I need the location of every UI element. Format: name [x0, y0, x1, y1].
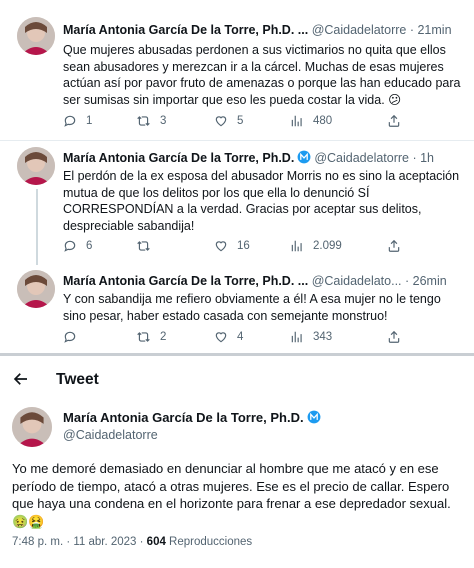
share-button[interactable] — [387, 330, 401, 347]
main-avatar[interactable] — [12, 407, 52, 447]
views-button[interactable]: 480 — [290, 114, 332, 128]
share-button[interactable] — [387, 114, 401, 131]
tweet-time[interactable]: 21min — [417, 23, 451, 37]
reply-button[interactable]: 6 — [63, 239, 92, 253]
verified-icon — [297, 150, 311, 164]
avatar[interactable] — [17, 270, 55, 308]
tweet-time[interactable]: 1h — [420, 151, 434, 165]
retweet-button[interactable]: 2 — [136, 330, 166, 344]
views-label: Reproducciones — [165, 536, 253, 548]
author-name[interactable]: María Antonia García De la Torre, Ph.D. … — [63, 23, 308, 37]
avatar[interactable] — [17, 147, 55, 185]
time-separator: · — [406, 23, 418, 37]
heart-icon — [215, 332, 227, 343]
share-icon — [388, 114, 400, 127]
tweet-header: María Antonia García De la Torre, Ph.D. … — [63, 22, 452, 38]
views-count: 604 — [146, 536, 166, 548]
retweet-icon — [137, 332, 150, 342]
views-chart-icon — [291, 240, 302, 252]
reply-icon — [64, 331, 76, 343]
avatar[interactable] — [17, 17, 55, 55]
views-count: 2.099 — [313, 240, 342, 252]
tweet-text: Y con sabandija me refiero obviamente a … — [63, 292, 441, 323]
reply-button[interactable] — [63, 330, 86, 344]
back-button[interactable] — [12, 370, 30, 393]
author-handle[interactable]: @Caidadelatorre — [314, 151, 409, 165]
views-count: 343 — [313, 331, 333, 343]
time-separator: · — [409, 151, 421, 165]
like-button[interactable]: 5 — [214, 114, 243, 128]
views-chart-icon — [291, 331, 302, 343]
views-button[interactable]: 2.099 — [290, 239, 342, 253]
main-author-name[interactable]: María Antonia García De la Torre, Ph.D. — [63, 410, 324, 425]
like-count: 16 — [237, 240, 250, 252]
main-author-handle[interactable]: @Caidadelatorre — [63, 428, 158, 442]
reply-button[interactable]: 1 — [63, 114, 92, 128]
views-count: 480 — [313, 115, 333, 127]
reply-icon — [64, 240, 76, 252]
arrow-left-icon — [13, 373, 27, 385]
time-separator: · — [401, 274, 413, 288]
retweet-icon — [137, 116, 150, 126]
tweet-header: María Antonia García De la Torre, Ph.D. @… — [63, 150, 434, 166]
heart-icon — [215, 116, 227, 127]
tweet-time[interactable]: 26min — [413, 274, 447, 288]
views-chart-icon — [291, 115, 302, 127]
tweet-timestamp[interactable]: 7:48 p. m. · 11 abr. 2023 · — [12, 536, 147, 548]
tweet-header: María Antonia García De la Torre, Ph.D. … — [63, 273, 447, 289]
reply-count: 6 — [86, 240, 93, 252]
reply-icon — [64, 115, 76, 127]
thread-tweet-3[interactable]: María Antonia García De la Torre, Ph.D. … — [0, 264, 474, 350]
like-count: 4 — [237, 331, 244, 343]
heart-icon — [215, 241, 227, 252]
share-icon — [388, 239, 400, 252]
verified-icon — [307, 410, 320, 424]
retweet-count: 3 — [160, 115, 167, 127]
tweet-meta: 7:48 p. m. · 11 abr. 2023 · 604 Reproduc… — [12, 536, 252, 548]
thread-connector — [36, 189, 38, 265]
author-handle[interactable]: @Caidadelato... — [312, 274, 402, 288]
author-name[interactable]: María Antonia García De la Torre, Ph.D. — [63, 410, 304, 425]
views-button[interactable]: 343 — [290, 330, 332, 344]
retweet-count: 2 — [160, 331, 167, 343]
thread-tweet-1[interactable]: María Antonia García De la Torre, Ph.D. … — [0, 0, 474, 140]
like-button[interactable]: 4 — [214, 330, 243, 344]
retweet-button[interactable]: 3 — [136, 114, 166, 128]
page-title: Tweet — [56, 371, 99, 388]
author-name[interactable]: María Antonia García De la Torre, Ph.D. … — [63, 274, 308, 288]
main-tweet-text: Yo me demoré demasiado en denunciar al h… — [12, 461, 451, 529]
share-button[interactable] — [387, 239, 401, 256]
tweet-detail-header: Tweet — [0, 360, 474, 400]
retweet-icon — [137, 241, 150, 251]
like-button[interactable]: 16 — [214, 239, 250, 253]
retweet-button[interactable] — [136, 239, 160, 253]
like-count: 5 — [237, 115, 244, 127]
tweet-text: El perdón de la ex esposa del abusador M… — [63, 169, 460, 233]
section-divider — [0, 353, 474, 356]
thread-tweet-2[interactable]: María Antonia García De la Torre, Ph.D. @… — [0, 141, 474, 265]
author-name[interactable]: María Antonia García De la Torre, Ph.D. — [63, 151, 294, 165]
tweet-text: Que mujeres abusadas perdonen a sus vict… — [63, 43, 461, 107]
share-icon — [388, 330, 400, 343]
author-handle[interactable]: @Caidadelatorre — [312, 23, 407, 37]
reply-count: 1 — [86, 115, 93, 127]
